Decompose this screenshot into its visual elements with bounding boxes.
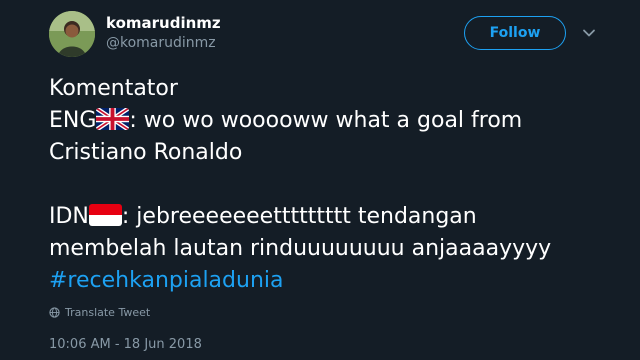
globe-icon <box>49 307 60 318</box>
idn-prefix: IDN <box>49 204 89 229</box>
tweet-card: komarudinmz @komarudinmz Follow Komentat… <box>0 0 640 360</box>
hashtag-link[interactable]: #recehkanpialadunia <box>49 268 283 293</box>
follow-button[interactable]: Follow <box>464 16 566 50</box>
tweet-line: Cristiano Ronaldo <box>49 140 243 165</box>
display-name[interactable]: komarudinmz <box>106 14 221 32</box>
chevron-down-icon[interactable] <box>582 26 596 40</box>
eng-text: : wo wo wooooww what a goal from <box>129 108 523 133</box>
eng-prefix: ENG <box>49 108 97 133</box>
translate-label[interactable]: Translate Tweet <box>65 306 150 319</box>
tweet-line: Komentator <box>49 76 178 101</box>
translate-tweet-link[interactable]: Translate Tweet <box>49 306 150 319</box>
uk-flag-icon <box>96 108 130 130</box>
tweet-text: Komentator ENG : wo wo wooooww what a go… <box>49 73 629 297</box>
idn-text: : jebreeeeeeettttttttt tendangan <box>121 204 477 229</box>
user-handle[interactable]: @komarudinmz <box>106 34 221 52</box>
avatar[interactable] <box>49 11 95 57</box>
tweet-line: membelah lautan rinduuuuuuuu anjaaaayyyy <box>49 236 552 261</box>
tweet-timestamp[interactable]: 10:06 AM - 18 Jun 2018 <box>49 337 202 352</box>
indonesia-flag-icon <box>88 204 122 226</box>
author-info: komarudinmz @komarudinmz <box>106 14 221 52</box>
tweet-line: IDN : jebreeeeeeettttttttt tendangan <box>49 201 629 233</box>
tweet-line: ENG : wo wo wooooww what a goal from <box>49 105 629 137</box>
tweet-line: #recehkanpialadunia <box>49 265 629 297</box>
